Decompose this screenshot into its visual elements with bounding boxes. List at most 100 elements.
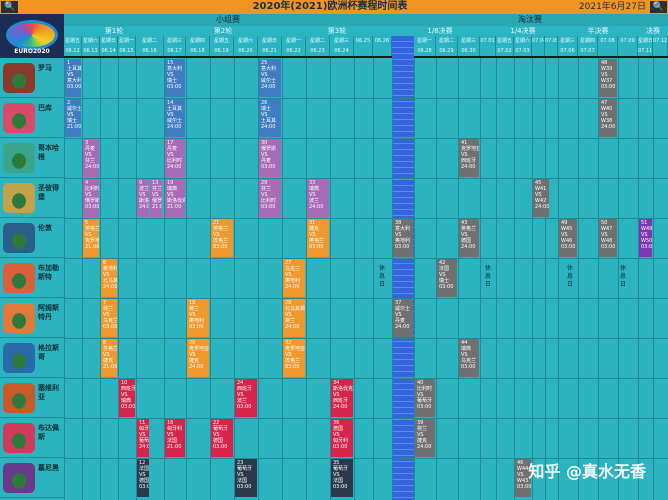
grid-hline <box>64 258 668 259</box>
match-time: 03:00 <box>261 204 276 210</box>
weekday-label: 星期一 <box>416 38 432 44</box>
venue-row: 塞维利亚 <box>0 378 64 418</box>
match-card[interactable]: 7 荷兰 VS 乌克兰 03:00 <box>101 299 117 337</box>
rest-day-char: 息 <box>619 273 626 280</box>
match-card[interactable]: 47 W40 VS W38 24:00 <box>599 99 617 137</box>
match-card[interactable]: 26 瑞士 VS 土耳其 24:00 <box>259 99 281 137</box>
match-card[interactable]: 44 瑞典 VS 乌克兰 03:00 <box>459 339 479 377</box>
match-card[interactable]: 11匈牙利VS葡萄牙24:00 <box>137 419 149 457</box>
match-time: 24:00 <box>333 404 348 410</box>
venue-row: 格拉斯哥 <box>0 338 64 378</box>
match-card[interactable]: 16 匈牙利 VS 法国 21:00 <box>165 419 185 457</box>
date-label: 06.17 <box>167 48 182 54</box>
match-card[interactable]: 9波兰VS斯洛伐克24:00 <box>137 179 149 217</box>
venue-name: 慕尼黑 <box>38 464 59 472</box>
weekday-label: 星期三 <box>333 38 349 44</box>
match-card[interactable]: 20 克罗地亚 VS 捷克 24:00 <box>187 339 209 377</box>
grid-vline <box>532 58 533 500</box>
stadium-icon <box>3 303 35 333</box>
match-time: 03:00 <box>213 444 228 450</box>
euro-logo: EURO2020 <box>0 14 64 58</box>
match-card[interactable]: 4 比利时 VS 俄罗斯 03:00 <box>83 179 99 217</box>
match-card[interactable]: 40 比利时 VS 葡萄牙 03:00 <box>415 379 435 417</box>
zoom-right-icon[interactable]: 🔍 <box>649 1 667 13</box>
match-card[interactable]: 17 丹麦 VS 比利时 24:00 <box>165 139 185 177</box>
match-card[interactable]: 50 W47 VS W48 03:00 <box>599 219 617 257</box>
match-card[interactable]: 31 捷克 VS 英格兰 03:00 <box>307 219 329 257</box>
match-card[interactable]: 13芬兰VS俄罗斯21:00 <box>150 179 162 217</box>
match-time: 03:00 <box>517 484 531 490</box>
grid-hline <box>64 418 668 419</box>
match-card[interactable]: 3 丹麦 VS 芬兰 24:00 <box>83 139 99 177</box>
match-time: 03:00 <box>641 244 652 250</box>
weekday-label: 星期六 <box>514 38 530 44</box>
match-time: 24:00 <box>167 124 182 130</box>
match-card[interactable]: 1 土耳其 VS 意大利 03:00 <box>65 59 81 97</box>
date-label: 07.07 <box>580 48 595 54</box>
match-time: 03:00 <box>103 324 117 330</box>
match-card[interactable]: 19 瑞典 VS 斯洛伐克 21:00 <box>165 179 185 217</box>
match-card[interactable]: 29 芬兰 VS 比利时 03:00 <box>259 179 281 217</box>
match-card[interactable]: 39 荷兰 VS 捷克 24:00 <box>415 419 435 457</box>
match-card[interactable]: 28 北马其顿 VS 荷兰 24:00 <box>283 299 305 337</box>
match-card[interactable]: 41 克罗地亚 VS 西班牙 24:00 <box>459 139 479 177</box>
rest-day-label: 休息日 <box>483 265 493 289</box>
match-card[interactable]: 33 瑞典 VS 波兰 24:00 <box>307 179 329 217</box>
venue-name: 罗马 <box>38 64 52 72</box>
match-time: 03:00 <box>121 404 135 410</box>
match-card[interactable]: 49 W45 VS W46 03:00 <box>559 219 577 257</box>
match-card[interactable]: 6奥地利VS北马其顿24:00 <box>101 259 117 297</box>
match-card[interactable]: 12法国VS德国03:00 <box>137 459 149 497</box>
match-card[interactable]: 30 俄罗斯 VS 丹麦 03:00 <box>259 139 281 177</box>
grid-hline <box>64 298 668 299</box>
match-card[interactable]: 35 葡萄牙 VS 法国 03:00 <box>331 459 353 497</box>
match-card[interactable]: 45 W41 VS W42 24:00 <box>533 179 549 217</box>
date-header-cell: 07.12 <box>653 36 668 56</box>
grid-vline <box>234 58 235 500</box>
match-card[interactable]: 14 土耳其 VS 威尔士 24:00 <box>165 99 185 137</box>
match-card[interactable]: 38 意大利 VS 奥地利 03:00 <box>393 219 413 257</box>
match-card[interactable]: 43 英格兰 VS 德国 24:00 <box>459 219 479 257</box>
date-label: 07.06 <box>560 48 575 54</box>
match-time: 03:00 <box>461 364 476 370</box>
match-card[interactable]: 22 葡萄牙 VS 德国 03:00 <box>211 419 233 457</box>
match-card[interactable]: 10 西班牙 VS 瑞典 03:00 <box>119 379 135 417</box>
match-card[interactable]: 36 德国 VS 匈牙利 03:00 <box>331 419 353 457</box>
rest-day-char: 息 <box>566 273 573 280</box>
match-card[interactable]: 2 威尔士 VS 瑞士 21:00 <box>65 99 81 137</box>
match-card[interactable]: 23 葡萄牙 VS 法国 03:00 <box>235 459 257 497</box>
match-card[interactable]: 48 W39 VS W37 03:00 <box>599 59 617 97</box>
match-time: 24:00 <box>417 444 432 450</box>
match-card[interactable]: 18 荷兰 VS 奥地利 03:00 <box>187 299 209 337</box>
euro-logo-icon <box>6 20 58 50</box>
match-card[interactable]: 5英格兰VS克罗地亚21:00 <box>83 219 99 257</box>
zoom-left-icon[interactable]: 🔍 <box>1 1 19 13</box>
date-label: 07.08 <box>600 38 615 44</box>
match-card[interactable]: 37 威尔士 VS 丹麦 24:00 <box>393 299 413 337</box>
match-time: 24:00 <box>461 244 476 250</box>
match-card[interactable]: 51W49VSW5003:00 <box>639 219 652 257</box>
match-card[interactable]: 25 意大利 VS 威尔士 24:00 <box>259 59 281 97</box>
match-card[interactable]: 15 意大利 VS 瑞士 03:00 <box>165 59 185 97</box>
grid-vline <box>545 58 546 500</box>
match-card[interactable]: 21 英格兰 VS 苏格兰 03:00 <box>211 219 233 257</box>
date-label: 06.30 <box>461 48 476 54</box>
venue-row: 布加勒斯特 <box>0 258 64 298</box>
match-card[interactable]: 32 克罗地亚 VS 苏格兰 03:00 <box>283 339 305 377</box>
weekday-label: 星期二 <box>141 38 157 44</box>
match-card[interactable]: 34 斯洛伐克 VS 西班牙 24:00 <box>331 379 353 417</box>
match-time: 24:00 <box>261 84 276 90</box>
match-card[interactable]: 24 西班牙 VS 波兰 03:00 <box>235 379 257 417</box>
match-card[interactable]: 27 乌克兰 VS 奥地利 24:00 <box>283 259 305 297</box>
stadium-icon <box>3 143 35 173</box>
venue-name: 哥本哈根 <box>38 144 59 161</box>
match-time: 03:00 <box>601 244 616 250</box>
match-card[interactable]: 8 苏格兰 VS 捷克 21:00 <box>101 339 117 377</box>
date-header-cell: 星期三 06.17 <box>164 36 186 56</box>
match-time: 21:00 <box>167 204 182 210</box>
match-card[interactable]: 42 法国 VS 瑞士 03:00 <box>437 259 457 297</box>
date-label: 06.21 <box>262 48 277 54</box>
match-time: 24:00 <box>167 164 182 170</box>
date-header-cell: 星期二 06.29 <box>436 36 458 56</box>
match-time: 24:00 <box>535 204 549 210</box>
